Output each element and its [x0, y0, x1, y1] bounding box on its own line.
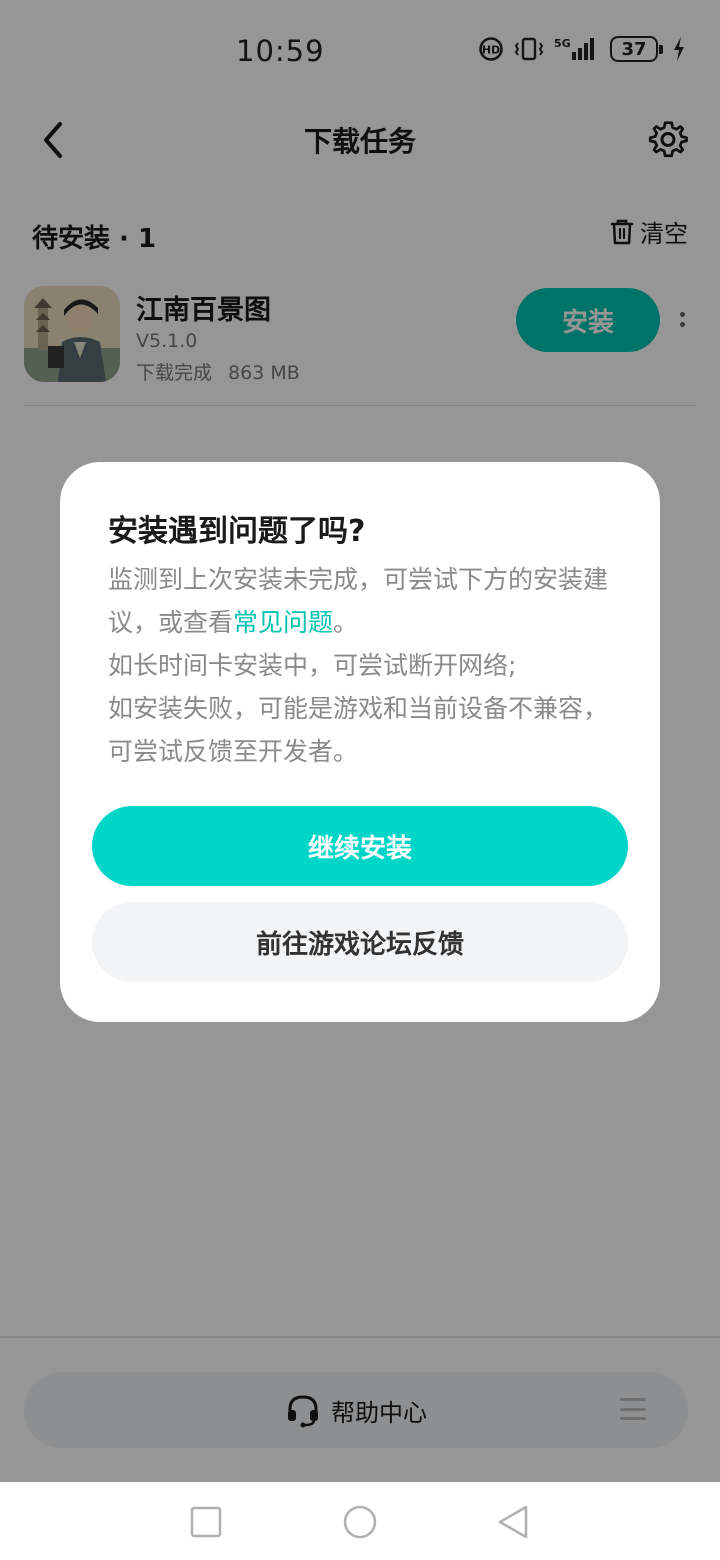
install-problem-dialog: 安装遇到问题了吗? 监测到上次安装未完成，可尝试下方的安装建议，或查看常见问题。… — [60, 462, 660, 1022]
back-nav-icon[interactable] — [496, 1504, 532, 1540]
faq-link[interactable]: 常见问题 — [233, 608, 333, 637]
continue-install-button[interactable]: 继续安装 — [92, 806, 628, 886]
dialog-message: 监测到上次安装未完成，可尝试下方的安装建议，或查看常见问题。 如长时间卡安装中，… — [108, 558, 624, 773]
forum-feedback-button[interactable]: 前往游戏论坛反馈 — [92, 902, 628, 982]
dialog-line-3: 如安装失败，可能是游戏和当前设备不兼容，可尝试反馈至开发者。 — [108, 694, 609, 766]
dialog-line-2: 如长时间卡安装中，可尝试断开网络; — [108, 651, 517, 680]
home-icon[interactable] — [342, 1504, 378, 1540]
dialog-line-1-end: 。 — [333, 608, 359, 637]
system-nav-bar — [0, 1482, 720, 1560]
recent-apps-icon[interactable] — [188, 1504, 224, 1540]
dialog-line-1: 监测到上次安装未完成，可尝试下方的安装建议，或查看常见问题。 — [108, 558, 624, 644]
dialog-title: 安装遇到问题了吗? — [108, 514, 366, 549]
